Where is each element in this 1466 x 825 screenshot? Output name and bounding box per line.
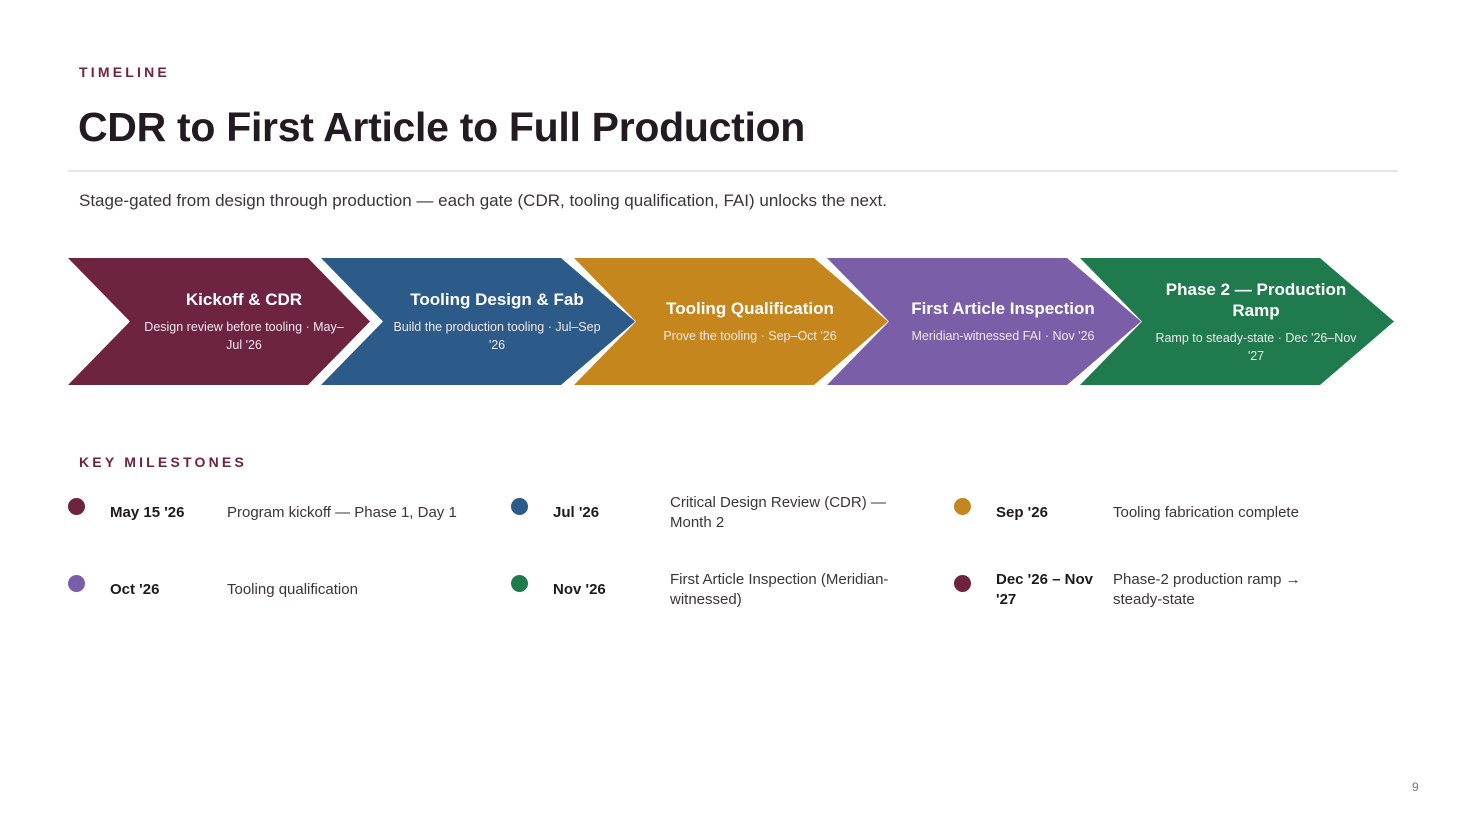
phase-chevron-kickoff: Kickoff & CDR Design review before tooli… bbox=[68, 258, 370, 385]
phase-name: Kickoff & CDR bbox=[185, 290, 303, 309]
milestones-heading: KEY MILESTONES bbox=[79, 454, 247, 470]
milestone-text: First Article Inspection (Meridian-witne… bbox=[670, 571, 889, 608]
milestone-date: Dec '26 – Nov '27 bbox=[996, 571, 1093, 608]
milestone-date: Oct '26 bbox=[110, 581, 160, 598]
page-number: 9 bbox=[1412, 780, 1419, 794]
milestone-text: Tooling fabrication complete bbox=[1113, 504, 1299, 521]
milestone-dot-icon bbox=[954, 498, 971, 515]
milestone-dot-icon bbox=[954, 575, 971, 592]
milestone-text: Phase-2 production ramp → steady-state bbox=[1113, 571, 1301, 608]
milestone-dot-icon bbox=[511, 498, 528, 515]
milestone-dot-icon bbox=[511, 575, 528, 592]
phase-name: Tooling Qualification bbox=[666, 299, 834, 318]
phase-desc: Design review before tooling · May–Jul '… bbox=[144, 320, 344, 352]
section-eyebrow: TIMELINE bbox=[79, 64, 170, 80]
milestone-text: Program kickoff — Phase 1, Day 1 bbox=[227, 504, 457, 521]
milestone-date: Sep '26 bbox=[996, 504, 1048, 521]
milestone-date: Nov '26 bbox=[553, 581, 606, 598]
page-title: CDR to First Article to Full Production bbox=[78, 104, 806, 150]
milestone-dot-icon bbox=[68, 498, 85, 515]
phase-name: First Article Inspection bbox=[911, 299, 1095, 318]
page-subtitle: Stage-gated from design through producti… bbox=[79, 191, 887, 210]
milestone-date: May 15 '26 bbox=[110, 504, 185, 521]
phase-desc: Build the production tooling · Jul–Sep '… bbox=[393, 320, 601, 352]
title-divider bbox=[68, 170, 1398, 172]
milestone-date: Jul '26 bbox=[553, 504, 600, 521]
phase-desc: Prove the tooling · Sep–Oct '26 bbox=[663, 329, 837, 343]
phase-name: Tooling Design & Fab bbox=[410, 290, 584, 309]
milestone-text: Tooling qualification bbox=[227, 581, 358, 598]
phase-name: Phase 2 — Production Ramp bbox=[1165, 279, 1347, 320]
milestone-text: Critical Design Review (CDR) — Month 2 bbox=[670, 494, 886, 531]
phase-desc: Meridian-witnessed FAI · Nov '26 bbox=[911, 329, 1095, 343]
milestone-dot-icon bbox=[68, 575, 85, 592]
phase-desc: Ramp to steady-state · Dec '26–Nov '27 bbox=[1155, 330, 1357, 363]
